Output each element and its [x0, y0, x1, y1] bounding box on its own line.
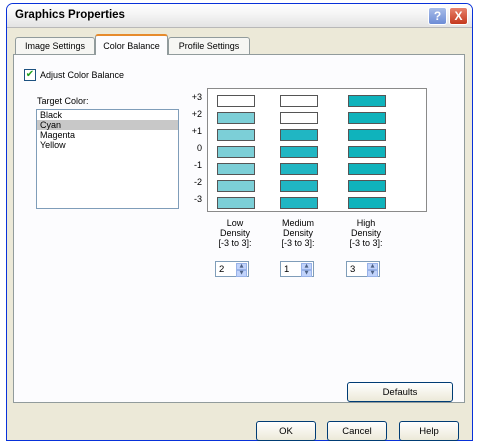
level-label: +2 [191, 109, 202, 119]
low-density-header: Low Density [-3 to 3]: [205, 218, 265, 248]
spin-up-icon[interactable]: ▲ [301, 263, 312, 270]
level-label: -3 [193, 194, 202, 204]
header-line: Low [226, 218, 244, 228]
window-title: Graphics Properties [15, 9, 125, 21]
color-balance-preview [207, 88, 427, 212]
swatch-high [348, 180, 386, 192]
checkmark-icon: ✔ [25, 69, 35, 80]
help-button[interactable]: Help [399, 421, 459, 441]
defaults-button[interactable]: Defaults [347, 382, 453, 402]
low-density-value[interactable]: 2 [219, 264, 224, 275]
swatch-high [348, 129, 386, 141]
question-icon: ? [433, 9, 442, 23]
level-label: 0 [196, 143, 202, 153]
level-label: +3 [191, 92, 202, 102]
tab-image-settings[interactable]: Image Settings [15, 37, 95, 54]
swatch-high [348, 95, 386, 107]
spin-down-icon[interactable]: ▼ [367, 270, 378, 277]
close-button[interactable]: X [449, 7, 468, 25]
swatch-medium [280, 197, 318, 209]
header-line: [-3 to 3]: [281, 238, 315, 248]
target-color-label: Target Color: [37, 96, 89, 106]
header-line: Density [282, 228, 313, 238]
spin-down-icon[interactable]: ▼ [236, 270, 247, 277]
adjust-color-balance-checkbox[interactable]: ✔ Adjust Color Balance [24, 69, 124, 81]
spin-buttons: ▲ ▼ [301, 263, 312, 277]
header-line: Density [350, 228, 381, 238]
swatch-high [348, 163, 386, 175]
medium-density-header: Medium Density [-3 to 3]: [268, 218, 328, 248]
list-item-black[interactable]: Black [37, 110, 178, 120]
list-item-magenta[interactable]: Magenta [37, 130, 178, 140]
cancel-button[interactable]: Cancel [327, 421, 387, 441]
swatch-low [217, 163, 255, 175]
spin-up-icon[interactable]: ▲ [236, 263, 247, 270]
high-density-value[interactable]: 3 [350, 264, 355, 275]
list-item-yellow[interactable]: Yellow [37, 140, 178, 150]
spin-up-icon[interactable]: ▲ [367, 263, 378, 270]
header-line: High [356, 218, 376, 228]
swatch-medium [280, 129, 318, 141]
swatch-low [217, 112, 255, 124]
close-icon: X [454, 9, 463, 23]
level-label: +1 [191, 126, 202, 136]
spin-down-icon[interactable]: ▼ [301, 270, 312, 277]
high-density-spinner[interactable]: 3 ▲ ▼ [346, 261, 380, 277]
spin-buttons: ▲ ▼ [236, 263, 247, 277]
swatch-high [348, 197, 386, 209]
header-line: Density [219, 228, 250, 238]
swatch-high [348, 146, 386, 158]
swatch-medium [280, 146, 318, 158]
swatch-low [217, 197, 255, 209]
tab-color-balance[interactable]: Color Balance [95, 34, 168, 55]
target-color-list[interactable]: Black Cyan Magenta Yellow [36, 109, 179, 209]
swatch-medium [280, 95, 318, 107]
swatch-low [217, 129, 255, 141]
tab-profile-settings[interactable]: Profile Settings [168, 37, 250, 54]
low-density-spinner[interactable]: 2 ▲ ▼ [215, 261, 249, 277]
ok-button[interactable]: OK [256, 421, 316, 441]
swatch-low [217, 146, 255, 158]
header-line: Medium [281, 218, 314, 228]
level-label: -2 [193, 177, 202, 187]
title-bar[interactable]: Graphics Properties ? X [7, 4, 472, 28]
swatch-medium [280, 180, 318, 192]
swatch-low [217, 180, 255, 192]
checkbox-box[interactable]: ✔ [24, 69, 36, 81]
help-title-button[interactable]: ? [428, 7, 447, 25]
header-line: [-3 to 3]: [218, 238, 252, 248]
medium-density-spinner[interactable]: 1 ▲ ▼ [280, 261, 314, 277]
high-density-header: High Density [-3 to 3]: [336, 218, 396, 248]
medium-density-value[interactable]: 1 [284, 264, 289, 275]
header-line: [-3 to 3]: [349, 238, 383, 248]
spin-buttons: ▲ ▼ [367, 263, 378, 277]
list-item-cyan[interactable]: Cyan [37, 120, 178, 130]
level-label: -1 [193, 160, 202, 170]
swatch-low [217, 95, 255, 107]
swatch-medium [280, 163, 318, 175]
swatch-high [348, 112, 386, 124]
adjust-color-balance-label: Adjust Color Balance [40, 70, 125, 80]
swatch-medium [280, 112, 318, 124]
